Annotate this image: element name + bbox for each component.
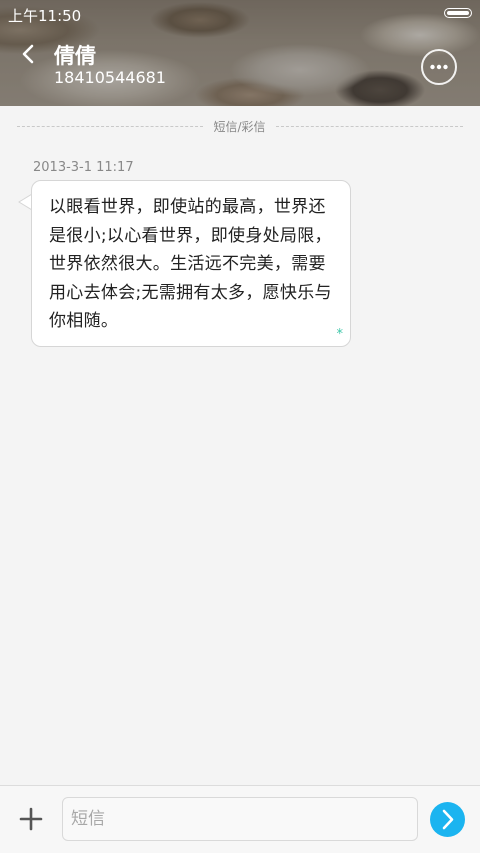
bubble-tail — [18, 193, 32, 211]
more-dots-icon — [430, 64, 448, 70]
message-bubble[interactable]: 以眼看世界，即使站的最高，世界还是很小;以心看世界，即使身处局限，世界依然很大。… — [31, 180, 351, 347]
send-arrow-icon — [442, 809, 454, 830]
status-bar: 上午11:50 — [0, 0, 480, 28]
contact-name: 倩倩 — [54, 44, 96, 68]
compose-bar — [0, 785, 480, 853]
message-timestamp: 2013-3-1 11:17 — [33, 160, 134, 175]
message-type-divider: 短信/彩信 — [0, 116, 480, 136]
message-input[interactable] — [62, 797, 418, 841]
star-icon: * — [336, 327, 344, 342]
back-button[interactable] — [14, 40, 44, 70]
sms-conversation-screen: 上午11:50 倩倩 18410544681 短信/彩信 2013-3-1 11… — [0, 0, 480, 853]
chevron-left-icon — [22, 44, 34, 64]
divider-line — [276, 126, 463, 127]
more-options-button[interactable] — [421, 49, 457, 85]
send-button[interactable] — [430, 802, 465, 837]
status-time: 上午11:50 — [8, 7, 82, 25]
contact-number: 18410544681 — [54, 68, 166, 87]
message-text: 以眼看世界，即使站的最高，世界还是很小;以心看世界，即使身处局限，世界依然很大。… — [49, 197, 332, 331]
divider-label: 短信/彩信 — [213, 120, 266, 134]
plus-icon — [19, 807, 43, 831]
divider-line — [17, 126, 203, 127]
add-attachment-button[interactable] — [18, 806, 44, 832]
battery-icon — [444, 8, 472, 18]
